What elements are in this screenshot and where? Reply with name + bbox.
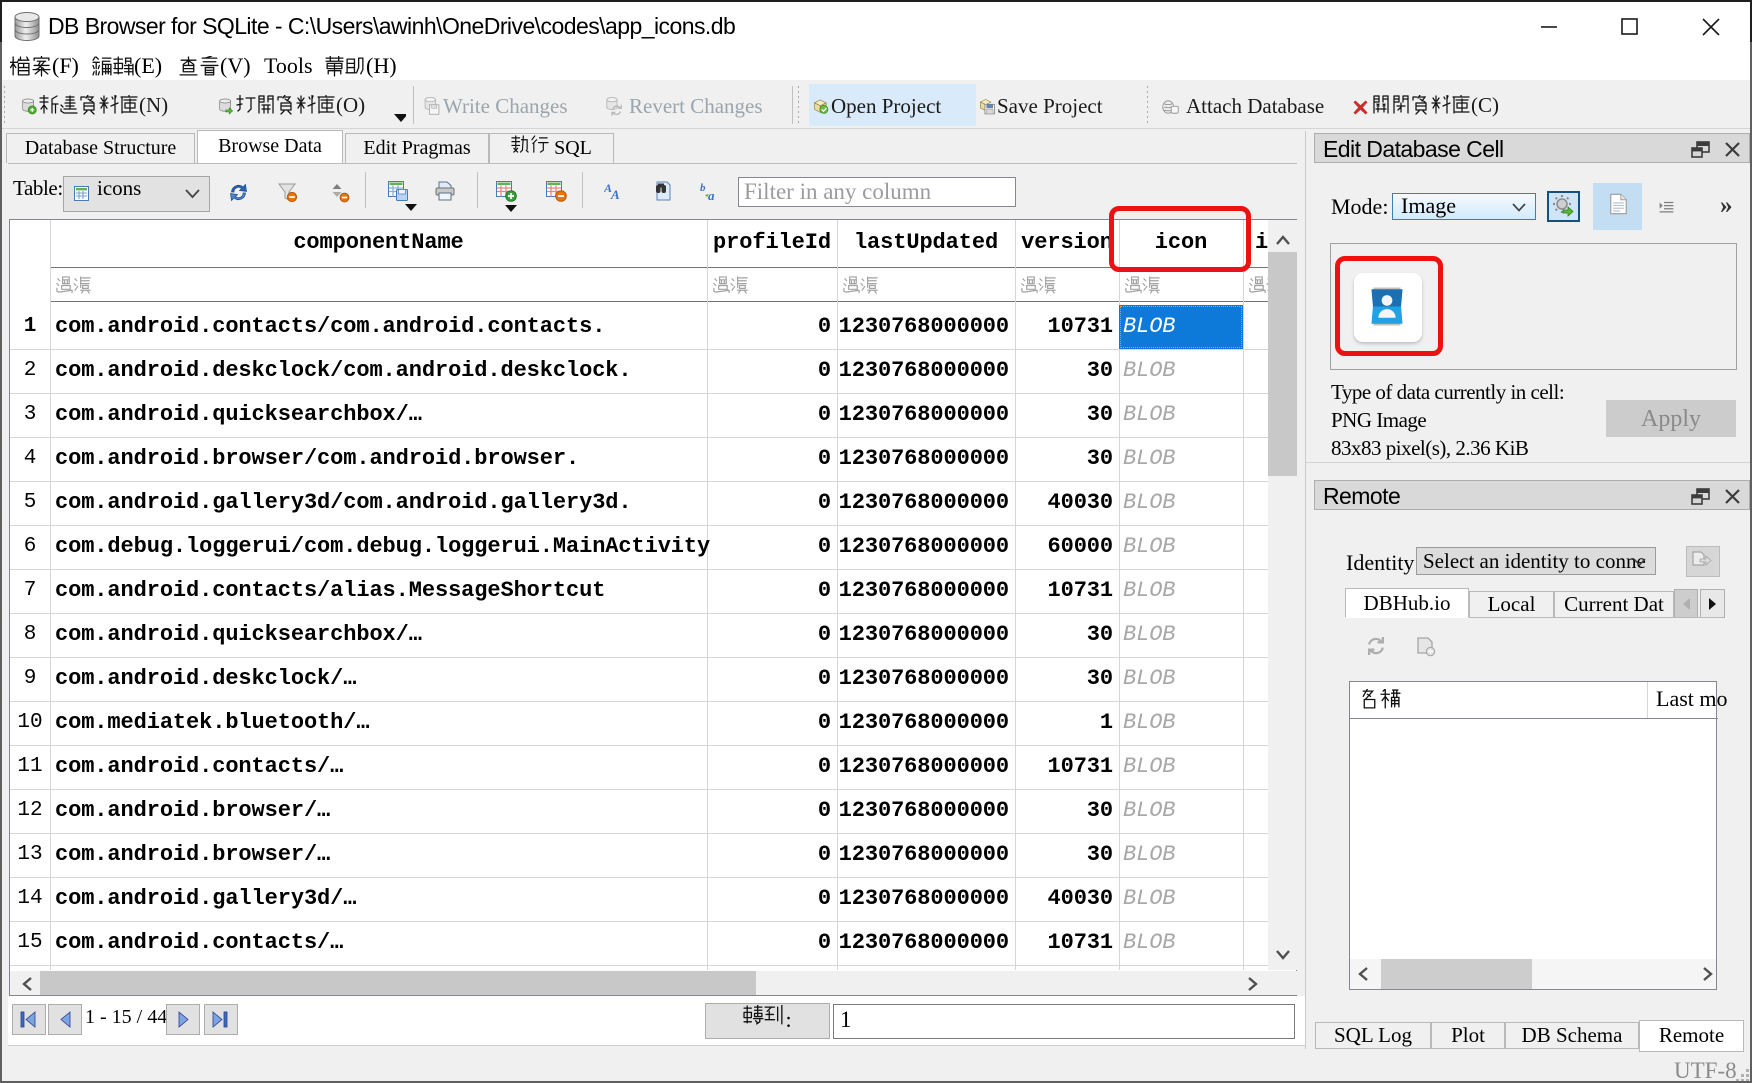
svg-text:b: b: [700, 182, 706, 194]
svg-text:A: A: [610, 187, 620, 201]
svg-text:a: a: [708, 188, 715, 202]
